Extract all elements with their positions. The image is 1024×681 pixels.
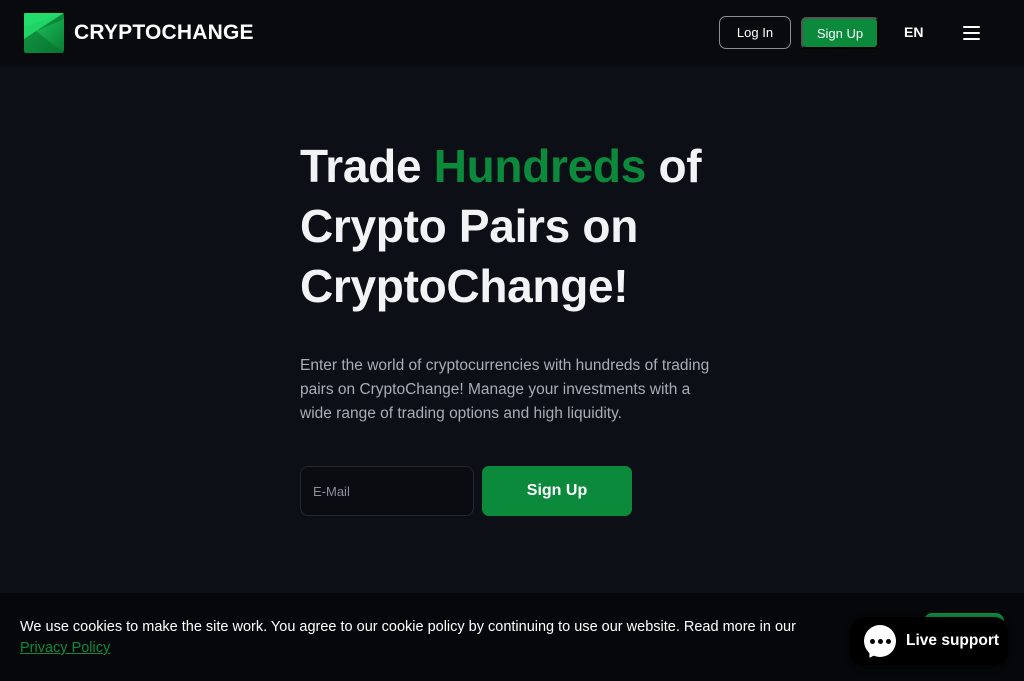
- live-support-button[interactable]: Live support: [850, 617, 1008, 665]
- header-signup-button[interactable]: Sign Up: [801, 17, 879, 49]
- headline-text-start: Trade: [300, 140, 434, 192]
- signup-form: Sign Up: [300, 466, 632, 516]
- hero-signup-button[interactable]: Sign Up: [482, 466, 632, 516]
- chat-bubble-icon: [864, 625, 896, 657]
- hero-section: Trade Hundreds of Crypto Pairs on Crypto…: [300, 136, 740, 426]
- cookie-text: We use cookies to make the site work. Yo…: [20, 619, 796, 635]
- language-selector[interactable]: EN: [904, 24, 923, 40]
- headline-accent: Hundreds: [433, 140, 647, 192]
- hero-description: Enter the world of cryptocurrencies with…: [300, 357, 710, 422]
- hamburger-menu-icon[interactable]: [963, 26, 980, 40]
- brand-logo[interactable]: CRYPTOCHANGE: [24, 13, 254, 53]
- cookie-notice: We use cookies to make the site work. Yo…: [20, 617, 840, 659]
- top-navigation-bar: CRYPTOCHANGE Log In Sign Up EN: [0, 0, 1024, 66]
- live-support-label: Live support: [906, 632, 1000, 649]
- privacy-policy-link[interactable]: Privacy Policy: [20, 640, 110, 656]
- brand-logo-icon: [24, 13, 64, 53]
- brand-name: CRYPTOCHANGE: [74, 21, 254, 44]
- login-button[interactable]: Log In: [719, 16, 791, 49]
- hero-headline: Trade Hundreds of Crypto Pairs on Crypto…: [300, 136, 740, 316]
- email-input[interactable]: [300, 466, 474, 516]
